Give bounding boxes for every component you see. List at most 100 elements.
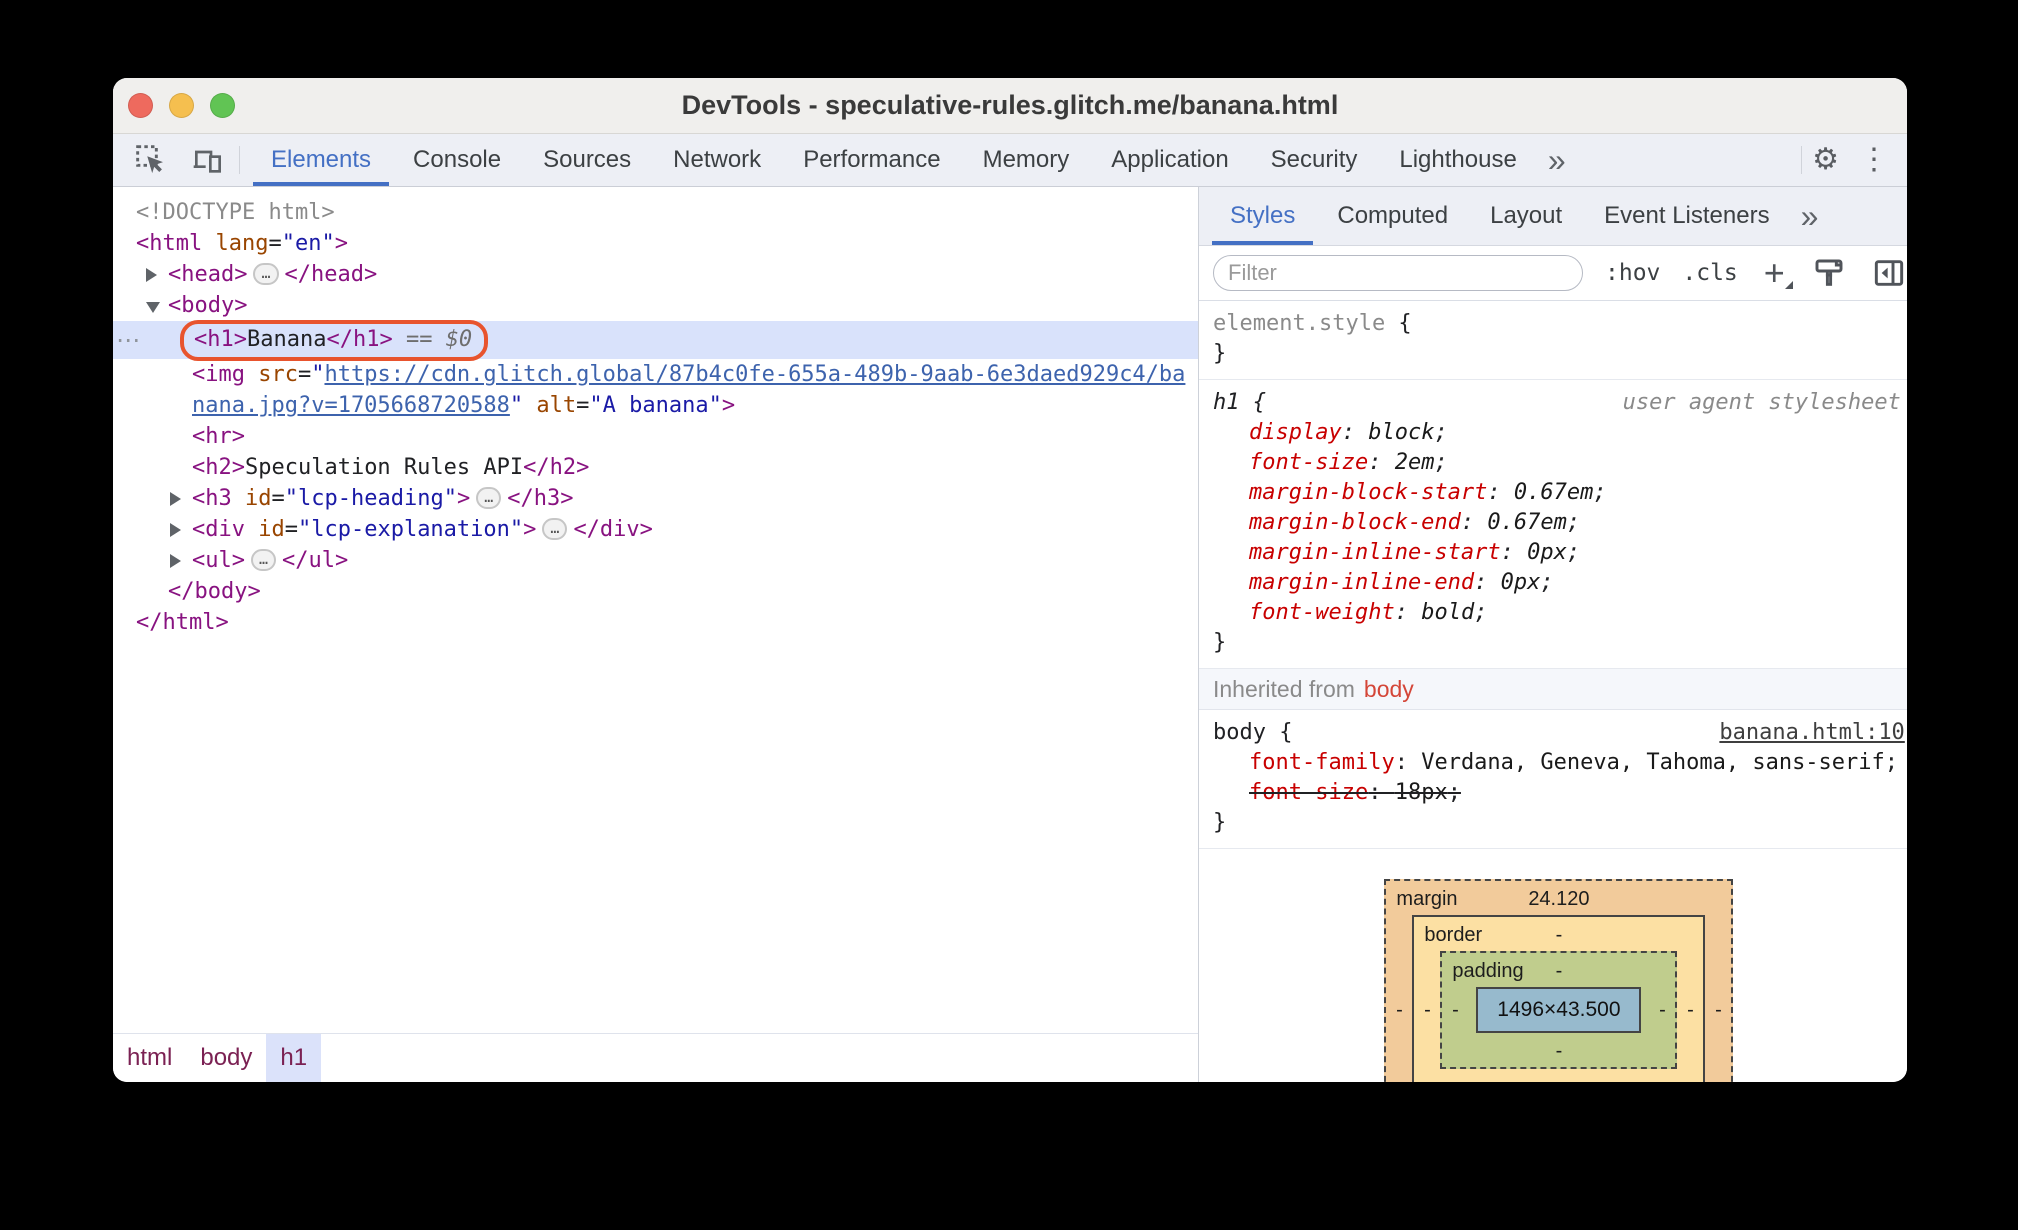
tab-network[interactable]: Network [652, 134, 782, 186]
rendering-brush-icon[interactable] [1813, 257, 1845, 289]
sidebar-more-tabs-icon[interactable]: » [1791, 187, 1829, 245]
rule-selector[interactable]: body [1213, 720, 1266, 745]
tab-performance[interactable]: Performance [782, 134, 961, 186]
box-model-content[interactable]: 1496×43.500 [1476, 987, 1642, 1033]
tree-row-html-open[interactable]: <html lang="en"> [113, 228, 1198, 259]
more-tabs-icon[interactable]: » [1538, 134, 1576, 186]
breadcrumb-item-h1[interactable]: h1 [266, 1034, 322, 1082]
css-property-display[interactable]: display: block; [1213, 418, 1905, 448]
tree-row-body-open[interactable]: <body> [113, 290, 1198, 321]
tab-security[interactable]: Security [1250, 134, 1379, 186]
sidebar-tab-event-listeners[interactable]: Event Listeners [1583, 187, 1790, 245]
border-right-value[interactable]: - [1677, 999, 1703, 1022]
tab-console[interactable]: Console [392, 134, 522, 186]
css-property-margin-block-start[interactable]: margin-block-start: 0.67em; [1213, 478, 1905, 508]
inspect-element-icon[interactable] [135, 144, 167, 176]
tree-row-ul-node[interactable]: <ul>… </ul> [113, 545, 1198, 576]
tree-row-h2-node[interactable]: <h2>Speculation Rules API</h2> [113, 452, 1198, 483]
border-bottom-value[interactable]: - [1414, 1076, 1703, 1082]
css-property-name[interactable]: margin-block-start [1249, 480, 1487, 505]
stylesheet-source-link[interactable]: banana.html:10 [1719, 718, 1904, 748]
toggle-pseudo-hov-button[interactable]: :hov [1605, 260, 1660, 286]
styles-filter-input[interactable] [1213, 255, 1583, 291]
css-property-value[interactable]: 0px [1501, 570, 1541, 595]
zoom-button[interactable] [210, 93, 235, 118]
css-property-font-weight[interactable]: font-weight: bold; [1213, 598, 1905, 628]
margin-top-value[interactable]: 24.120 [1386, 888, 1731, 911]
settings-gear-icon[interactable]: ⚙ [1812, 145, 1839, 175]
box-model-border[interactable]: border - - padding - - 1496×43.500 - - - [1412, 915, 1706, 1082]
css-property-value[interactable]: bold [1421, 600, 1474, 625]
css-property-value[interactable]: 0px [1527, 540, 1567, 565]
expand-ellipsis-button[interactable]: … [250, 549, 277, 571]
css-property-font-size[interactable]: font-size: 2em; [1213, 448, 1905, 478]
breadcrumb-item-body[interactable]: body [186, 1034, 266, 1082]
box-model-padding[interactable]: padding - - 1496×43.500 - - [1440, 951, 1678, 1069]
rule-selector[interactable]: element.style [1213, 311, 1385, 336]
padding-bottom-value[interactable]: - [1442, 1040, 1675, 1063]
css-property-name[interactable]: font-weight [1249, 600, 1395, 625]
rule-selector[interactable]: h1 [1213, 390, 1240, 415]
tree-row-html-close[interactable]: </html> [113, 607, 1198, 638]
inherited-from-body-link[interactable]: body [1364, 676, 1414, 703]
css-property-name[interactable]: display [1249, 420, 1342, 445]
row-menu-icon[interactable]: ⋯ [116, 325, 140, 356]
disclosure-arrow-icon[interactable] [170, 553, 181, 568]
margin-left-value[interactable]: - [1386, 999, 1412, 1022]
css-property-value[interactable]: 18px [1395, 780, 1448, 805]
tree-row-doctype[interactable]: <!DOCTYPE html> [113, 197, 1198, 228]
expand-ellipsis-button[interactable]: … [542, 518, 568, 540]
tab-lighthouse[interactable]: Lighthouse [1378, 134, 1537, 186]
expand-ellipsis-button[interactable]: … [253, 263, 279, 285]
padding-top-value[interactable]: - [1442, 960, 1675, 983]
margin-right-value[interactable]: - [1705, 999, 1731, 1022]
css-property-margin-inline-start[interactable]: margin-inline-start: 0px; [1213, 538, 1905, 568]
tree-row-img-node-line2[interactable]: nana.jpg?v=1705668720588" alt="A banana"… [113, 390, 1198, 421]
css-property-value[interactable]: 2em [1395, 450, 1435, 475]
tree-row-hr-node[interactable]: <hr> [113, 421, 1198, 452]
padding-left-value[interactable]: - [1442, 999, 1468, 1022]
toggle-cls-button[interactable]: .cls [1682, 260, 1737, 286]
css-property-value[interactable]: 0.67em [1514, 480, 1593, 505]
disclosure-arrow-icon[interactable] [146, 267, 157, 282]
disclosure-arrow-icon[interactable] [146, 301, 160, 313]
minimize-button[interactable] [169, 93, 194, 118]
css-property-margin-inline-end[interactable]: margin-inline-end: 0px; [1213, 568, 1905, 598]
tab-sources[interactable]: Sources [522, 134, 652, 186]
tab-application[interactable]: Application [1090, 134, 1249, 186]
breadcrumb-item-html[interactable]: html [113, 1034, 186, 1082]
padding-right-value[interactable]: - [1649, 999, 1675, 1022]
toggle-sidebar-icon[interactable] [1873, 257, 1905, 289]
sidebar-tab-computed[interactable]: Computed [1316, 187, 1469, 245]
sidebar-tab-styles[interactable]: Styles [1209, 187, 1316, 245]
css-property-font-size[interactable]: font-size: 18px; [1213, 778, 1905, 808]
tab-memory[interactable]: Memory [962, 134, 1091, 186]
device-toolbar-icon[interactable] [191, 144, 223, 176]
css-property-value[interactable]: block [1368, 420, 1434, 445]
css-property-font-family[interactable]: font-family: Verdana, Geneva, Tahoma, sa… [1213, 748, 1905, 778]
css-property-name[interactable]: margin-inline-end [1249, 570, 1474, 595]
expand-ellipsis-button[interactable]: … [476, 487, 502, 509]
css-property-name[interactable]: font-size [1249, 780, 1368, 805]
sidebar-tab-layout[interactable]: Layout [1469, 187, 1583, 245]
css-property-name[interactable]: margin-inline-start [1249, 540, 1501, 565]
disclosure-arrow-icon[interactable] [170, 491, 181, 506]
box-model-margin[interactable]: margin 24.120 - border - - padding - - 1… [1384, 879, 1734, 1082]
border-top-value[interactable]: - [1414, 924, 1703, 947]
tree-row-div-node[interactable]: <div id="lcp-explanation">… </div> [113, 514, 1198, 545]
tree-row-h1-node-selected[interactable]: ⋯ <h1> Banana </h1> == $0 [113, 319, 1198, 361]
css-property-name[interactable]: margin-block-end [1249, 510, 1461, 535]
css-property-name[interactable]: font-size [1249, 450, 1368, 475]
css-property-margin-block-end[interactable]: margin-block-end: 0.67em; [1213, 508, 1905, 538]
close-button[interactable] [128, 93, 153, 118]
tree-row-img-node-line1[interactable]: <img src="https://cdn.glitch.global/87b4… [113, 359, 1198, 390]
tab-elements[interactable]: Elements [250, 134, 392, 186]
tree-row-head-node[interactable]: <head>… </head> [113, 259, 1198, 290]
tree-row-body-close[interactable]: </body> [113, 576, 1198, 607]
tree-row-h3-node[interactable]: <h3 id="lcp-heading">… </h3> [113, 483, 1198, 514]
css-property-name[interactable]: font-family [1249, 750, 1395, 775]
new-style-rule-button[interactable]: + [1764, 255, 1793, 291]
css-property-value[interactable]: 0.67em [1487, 510, 1566, 535]
more-options-icon[interactable]: ⋮ [1859, 145, 1889, 175]
disclosure-arrow-icon[interactable] [170, 522, 181, 537]
